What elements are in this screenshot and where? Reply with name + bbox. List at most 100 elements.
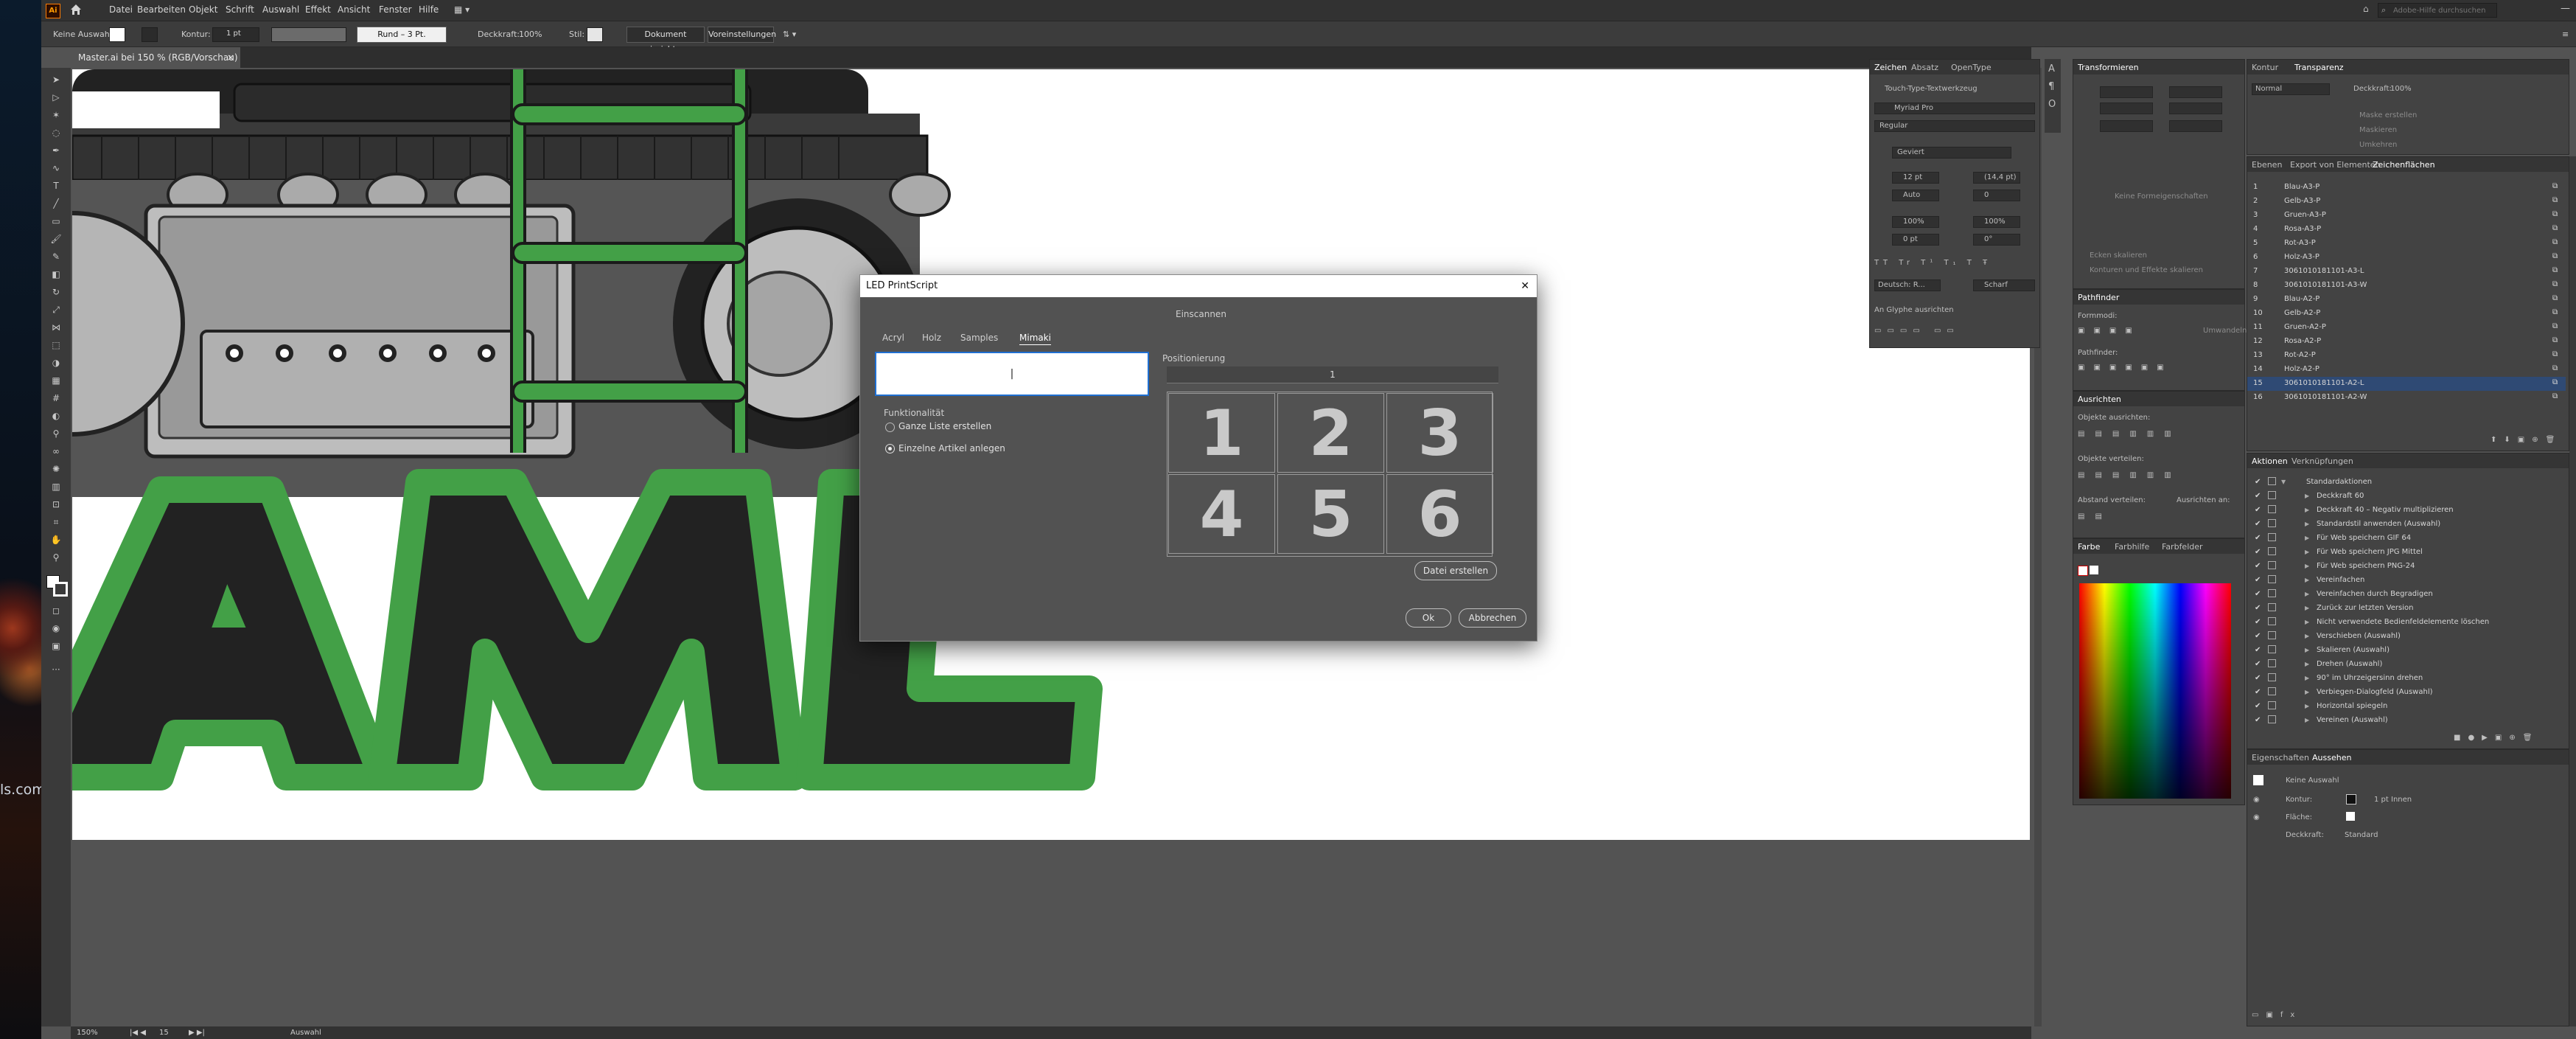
artboard-options-icon[interactable]: ⧉ (2552, 294, 2558, 302)
expand-icon[interactable]: ▶ (2305, 535, 2309, 541)
font-size-field[interactable]: 12 pt (1892, 172, 1939, 184)
transform-shear-field[interactable] (2169, 120, 2222, 132)
fill-swatch[interactable] (109, 27, 125, 42)
dialog-toggle-icon[interactable] (2268, 491, 2276, 499)
graph-tool-icon[interactable]: ▥ (50, 482, 62, 492)
eraser-tool-icon[interactable]: ◧ (50, 270, 62, 279)
tab-mimaki[interactable]: Mimaki (1019, 333, 1052, 345)
check-icon[interactable]: ✔ (2255, 548, 2261, 556)
style-swatch[interactable] (587, 27, 603, 42)
check-icon[interactable]: ✔ (2255, 604, 2261, 612)
width-tool-icon[interactable]: ⋈ (50, 323, 62, 333)
action-row[interactable]: ✔ ▶ Vereinen (Auswahl) (2247, 714, 2566, 728)
rectangle-tool-icon[interactable]: ▭ (50, 217, 62, 226)
expand-icon[interactable]: ▶ (2305, 549, 2309, 555)
dialog-toggle-icon[interactable] (2268, 603, 2276, 611)
paragraph-icon[interactable]: ¶ (2048, 81, 2054, 92)
brush-definition[interactable]: Rund – 3 Pt. (357, 27, 447, 43)
expand-icon[interactable]: ▶ (2305, 717, 2309, 723)
dialog-toggle-icon[interactable] (2268, 505, 2276, 513)
artboard-options-icon[interactable]: ⧉ (2552, 350, 2558, 358)
radio-single-item[interactable] (885, 444, 895, 454)
position-cell-1[interactable]: 1 (1168, 393, 1275, 473)
action-row[interactable]: ✔ ▶ Zurück zur letzten Version (2247, 602, 2566, 616)
direct-selection-tool-icon[interactable]: ▷ (50, 93, 62, 102)
artboard-row[interactable]: 10 Gelb-A2-P ⧉ (2247, 307, 2566, 321)
tab-absatz[interactable]: Absatz (1911, 63, 1938, 72)
check-icon[interactable]: ✔ (2255, 618, 2261, 626)
stroke-color-icon[interactable] (53, 582, 68, 597)
check-icon[interactable]: ✔ (2255, 534, 2261, 542)
appearance-fill-label[interactable]: Fläche: (2286, 813, 2312, 821)
appearance-opacity-label[interactable]: Deckkraft: (2286, 831, 2324, 839)
position-cell-4[interactable]: 4 (1168, 474, 1275, 554)
expand-icon[interactable]: ▶ (2305, 493, 2309, 499)
artboard-row[interactable]: 15 3061010181101-A2-L ⧉ (2247, 377, 2566, 391)
clip-checkbox[interactable]: Maskieren (2359, 126, 2397, 134)
menu-ansicht[interactable]: Ansicht (338, 4, 370, 15)
scale-tool-icon[interactable]: ⤢ (50, 305, 62, 315)
dialog-toggle-icon[interactable] (2268, 673, 2276, 681)
artboard-options-icon[interactable]: ⧉ (2552, 182, 2558, 190)
action-row[interactable]: ✔ ▶ Drehen (Auswahl) (2247, 658, 2566, 672)
tab-aktionen[interactable]: Aktionen (2252, 456, 2288, 466)
menu-auswahl[interactable]: Auswahl (262, 4, 299, 15)
zoom-tool-icon[interactable]: ⚲ (50, 553, 62, 563)
artboard-options-icon[interactable]: ⧉ (2552, 322, 2558, 330)
check-icon[interactable]: ✔ (2255, 562, 2261, 570)
tab-zeichenflaechen[interactable]: Zeichenflächen (2373, 160, 2435, 170)
transform-rotate-field[interactable] (2100, 120, 2153, 132)
dialog-toggle-icon[interactable] (2268, 561, 2276, 569)
line-tool-icon[interactable]: ╱ (50, 199, 62, 209)
action-row[interactable]: ✔ ▶ Nicht verwendete Bedienfeldelemente lö… (2247, 616, 2566, 630)
scale-corners-checkbox[interactable]: Ecken skalieren (2090, 251, 2147, 260)
home-icon[interactable] (69, 3, 83, 16)
artboard-row[interactable]: 6 Holz-A3-P ⧉ (2247, 251, 2566, 265)
radio-all-list[interactable] (885, 423, 895, 432)
status-mode[interactable]: Auswahl (290, 1029, 321, 1037)
check-icon[interactable]: ✔ (2255, 702, 2261, 710)
action-row[interactable]: ✔ ▶ Horizontal spiegeln (2247, 700, 2566, 714)
more-tools-icon[interactable]: ··· (50, 665, 62, 675)
spacing-buttons[interactable]: ▤▤ (2078, 512, 2112, 521)
action-row[interactable]: ✔ ▼ Standardaktionen (2247, 476, 2566, 490)
type-tool-icon[interactable]: T (50, 181, 62, 191)
align-buttons[interactable]: ▤▤▤▥▥▥ (2078, 430, 2182, 438)
pathfinder-buttons[interactable]: ▣▣▣▣▣▣ (2078, 364, 2173, 372)
anti-aliasing-field[interactable]: Scharf (1973, 279, 2035, 291)
appearance-opacity-value[interactable]: Standard (2345, 831, 2378, 839)
radio-single-item-label[interactable]: Einzelne Artikel anlegen (898, 443, 1005, 454)
dialog-toggle-icon[interactable] (2268, 715, 2276, 723)
artboard-row[interactable]: 9 Blau-A2-P ⧉ (2247, 293, 2566, 307)
text-style-buttons[interactable]: TT Tr T¹ T₁ T Ŧ (1874, 259, 1992, 267)
action-row[interactable]: ✔ ▶ Für Web speichern PNG-24 (2247, 560, 2566, 574)
expand-button[interactable]: Umwandeln (2203, 327, 2247, 335)
dialog-toggle-icon[interactable] (2268, 575, 2276, 583)
radio-all-list-label[interactable]: Ganze Liste erstellen (898, 421, 991, 431)
paintbrush-tool-icon[interactable]: 🖌 (50, 234, 62, 244)
action-row[interactable]: ✔ ▶ Deckkraft 60 (2247, 490, 2566, 504)
transform-x-field[interactable] (2100, 86, 2153, 98)
action-panel-buttons[interactable]: ■●▶▣⊕🗑 (2454, 734, 2539, 742)
tab-eigenschaften[interactable]: Eigenschaften (2252, 753, 2309, 762)
artboard-nav-icon[interactable]: |◀ ◀ (130, 1029, 146, 1037)
shape-builder-tool-icon[interactable]: ◑ (50, 358, 62, 368)
action-row[interactable]: ✔ ▶ Standardstil anwenden (Auswahl) (2247, 518, 2566, 532)
gradient-tool-icon[interactable]: ◐ (50, 411, 62, 421)
check-icon[interactable]: ✔ (2255, 492, 2261, 500)
search-input[interactable] (2392, 4, 2496, 17)
eye-icon[interactable]: ◉ (2253, 796, 2260, 804)
draw-mode-icon[interactable]: ◉ (50, 624, 62, 633)
artboard-row[interactable]: 13 Rot-A2-P ⧉ (2247, 349, 2566, 363)
baseline-shift-field[interactable]: 0 pt (1892, 234, 1939, 246)
font-family-field[interactable]: Myriad Pro (1874, 102, 2035, 114)
artboard-row[interactable]: 4 Rosa-A3-P ⧉ (2247, 223, 2566, 237)
document-tab[interactable]: Master.ai bei 150 % (RGB/Vorschau) × (71, 47, 240, 68)
scan-input[interactable]: | (875, 352, 1149, 396)
tracking-field[interactable]: 0 (1973, 190, 2020, 201)
expand-icon[interactable]: ▶ (2305, 689, 2309, 695)
menu-datei[interactable]: Datei (109, 4, 133, 15)
expand-icon[interactable]: ▶ (2305, 675, 2309, 681)
action-row[interactable]: ✔ ▶ Deckkraft 40 – Negativ multiplizieren (2247, 504, 2566, 518)
font-style-field[interactable]: Regular (1874, 120, 2035, 132)
